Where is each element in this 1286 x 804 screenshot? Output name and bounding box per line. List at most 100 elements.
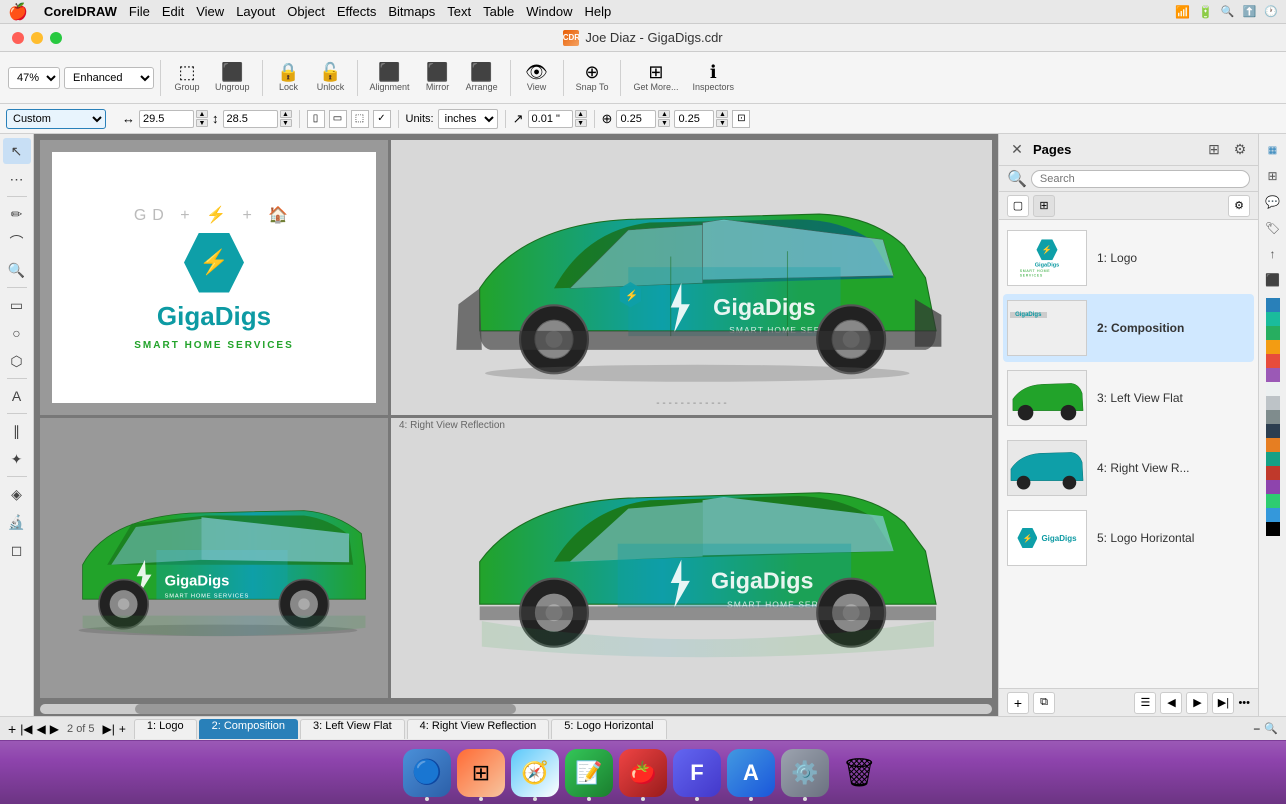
height-up[interactable]: ▲: [280, 110, 292, 118]
height-spinner[interactable]: ▲ ▼: [280, 110, 292, 127]
page-item-3[interactable]: 3: Left View Flat: [1003, 364, 1254, 432]
page-size-select[interactable]: Custom Letter A4: [6, 109, 106, 129]
toolbar-arrange-button[interactable]: ⬛ Arrange: [460, 61, 504, 94]
polygon-tool[interactable]: ⬡: [3, 348, 31, 374]
apply-btn[interactable]: ✓: [373, 110, 391, 128]
color-red[interactable]: [1266, 354, 1280, 368]
maximize-button[interactable]: [50, 32, 62, 44]
menu-object[interactable]: Object: [287, 4, 325, 19]
dock-safari[interactable]: 🧭: [511, 749, 559, 797]
ellipse-tool[interactable]: ○: [3, 320, 31, 346]
rsb-tags-btn[interactable]: 🏷: [1261, 216, 1285, 240]
interactive-tool[interactable]: ✦: [3, 446, 31, 472]
dock-appstore[interactable]: A: [727, 749, 775, 797]
landscape-btn[interactable]: ▭: [329, 110, 347, 128]
width-down[interactable]: ▼: [196, 119, 208, 127]
dock-launchpad[interactable]: ⊞: [457, 749, 505, 797]
page-item-5[interactable]: ⚡ GigaDigs 5: Logo Horizontal: [1003, 504, 1254, 572]
wbox-down[interactable]: ▼: [658, 119, 670, 127]
node-tool[interactable]: ⋯: [3, 166, 31, 192]
close-button[interactable]: [12, 32, 24, 44]
tab-add-btn[interactable]: +: [8, 721, 16, 737]
page-item-2[interactable]: GigaDigs 2: Composition: [1003, 294, 1254, 362]
menu-text[interactable]: Text: [447, 4, 471, 19]
hbox-down[interactable]: ▼: [716, 119, 728, 127]
tab-add2-btn[interactable]: +: [119, 722, 126, 736]
pages-prev-btn[interactable]: ◀: [1160, 692, 1182, 714]
menu-file[interactable]: File: [129, 4, 150, 19]
freehand-tool[interactable]: ✏: [3, 201, 31, 227]
wbox-input[interactable]: 0.25: [616, 110, 656, 128]
pages-close-btn[interactable]: ✕: [1007, 140, 1027, 160]
color-lightblue[interactable]: [1266, 508, 1280, 522]
hbox-spinner[interactable]: ▲ ▼: [716, 110, 728, 127]
bezier-tool[interactable]: ⌒: [3, 229, 31, 255]
pages-gear-btn[interactable]: ⚙: [1228, 195, 1250, 217]
toolbar-view-button[interactable]: 👁 View: [517, 61, 557, 94]
color-purple[interactable]: [1266, 368, 1280, 382]
app-name[interactable]: CorelDRAW: [44, 4, 117, 19]
color-green[interactable]: [1266, 326, 1280, 340]
height-input[interactable]: 28.5: [223, 110, 278, 128]
tab-next-btn[interactable]: ▶: [50, 722, 59, 736]
color-orange[interactable]: [1266, 438, 1280, 452]
pages-layout-btn[interactable]: ⊞: [1204, 140, 1224, 160]
color-darkblue[interactable]: [1266, 424, 1280, 438]
color-blue[interactable]: [1266, 298, 1280, 312]
pages-next-btn[interactable]: ▶: [1186, 692, 1208, 714]
text-tool[interactable]: A: [3, 383, 31, 409]
toolbar-ungroup-button[interactable]: ⬛ Ungroup: [209, 61, 256, 94]
color-darkteal[interactable]: [1266, 452, 1280, 466]
page-item-4[interactable]: 4: Right View R...: [1003, 434, 1254, 502]
menu-window[interactable]: Window: [526, 4, 572, 19]
nudge-spinner[interactable]: ▲ ▼: [575, 110, 587, 127]
pages-overflow-btn[interactable]: •••: [1238, 697, 1250, 709]
width-spinner[interactable]: ▲ ▼: [196, 110, 208, 127]
zoom-out-btn[interactable]: −: [1253, 722, 1260, 736]
rsb-color-btn[interactable]: ⬛: [1261, 268, 1285, 292]
rect-tool[interactable]: ▭: [3, 292, 31, 318]
pages-settings-btn[interactable]: ⚙: [1230, 140, 1250, 160]
toolbar-mirror-button[interactable]: ⬛ Mirror: [418, 61, 458, 94]
eraser-tool[interactable]: ◻: [3, 537, 31, 563]
tab-4[interactable]: 4: Right View Reflection: [407, 719, 550, 739]
color-darkred[interactable]: [1266, 466, 1280, 480]
rsb-chat-btn[interactable]: 💬: [1261, 190, 1285, 214]
color-yellow[interactable]: [1266, 340, 1280, 354]
apple-menu[interactable]: 🍎: [8, 2, 28, 22]
color-black[interactable]: [1266, 522, 1280, 536]
tab-last-btn[interactable]: ▶|: [103, 722, 115, 736]
page-item-1[interactable]: ⚡ GigaDigs SMART HOME SERVICES 1: Logo: [1003, 224, 1254, 292]
zoom-select[interactable]: 47% 100% 50%: [8, 67, 60, 89]
h-scrollbar-thumb[interactable]: [135, 704, 516, 714]
select-tool[interactable]: ↖: [3, 138, 31, 164]
canvas-area[interactable]: GD + ⚡ + 🏠 ⚡ GigaDigs SMART HOME SERVICE…: [34, 134, 998, 716]
dock-tomato[interactable]: 🍅: [619, 749, 667, 797]
nudge-input[interactable]: 0.01 ": [528, 110, 573, 128]
wbox-up[interactable]: ▲: [658, 110, 670, 118]
minimize-button[interactable]: [31, 32, 43, 44]
width-input[interactable]: 29.5: [139, 110, 194, 128]
pages-list-btn[interactable]: ☰: [1134, 692, 1156, 714]
toolbar-getmore-button[interactable]: ⊞ Get More...: [627, 61, 684, 94]
pages-add-btn[interactable]: +: [1007, 692, 1029, 714]
menu-edit[interactable]: Edit: [162, 4, 184, 19]
tab-3[interactable]: 3: Left View Flat: [300, 719, 405, 739]
eyedropper-tool[interactable]: 🔬: [3, 509, 31, 535]
menu-bitmaps[interactable]: Bitmaps: [388, 4, 435, 19]
toolbar-snapto-button[interactable]: ⊕ Snap To: [570, 61, 615, 94]
pages-single-view-btn[interactable]: ▢: [1007, 195, 1029, 217]
toolbar-align-button[interactable]: ⬛ Alignment: [364, 61, 416, 94]
menu-help[interactable]: Help: [584, 4, 611, 19]
portrait-btn[interactable]: ▯: [307, 110, 325, 128]
color-teal[interactable]: [1266, 312, 1280, 326]
tab-2[interactable]: 2: Composition: [199, 719, 298, 739]
tab-first-btn[interactable]: |◀: [20, 722, 32, 736]
color-gray[interactable]: [1266, 410, 1280, 424]
size-lock-btn[interactable]: ⊡: [732, 110, 750, 128]
color-lightgray[interactable]: [1266, 396, 1280, 410]
tab-5[interactable]: 5: Logo Horizontal: [551, 719, 666, 739]
menu-layout[interactable]: Layout: [236, 4, 275, 19]
pages-grid-view-btn[interactable]: ⊞: [1033, 195, 1055, 217]
toolbar-lock-button[interactable]: 🔒 Lock: [269, 61, 309, 94]
